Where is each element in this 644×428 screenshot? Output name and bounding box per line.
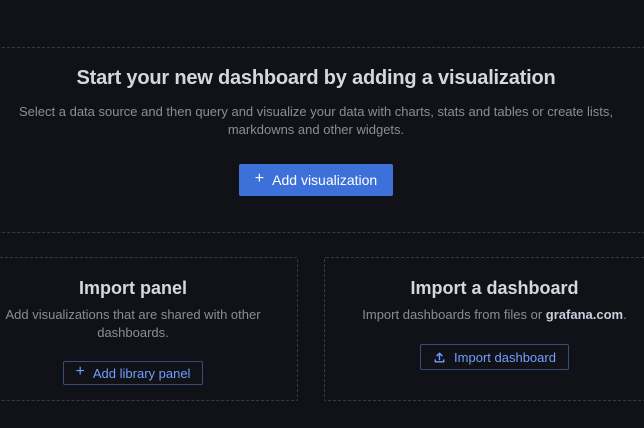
plus-icon: + (255, 171, 264, 187)
cta-subtitle-line-1: Select a data source and then query and … (19, 103, 613, 121)
import-dashboard-button-label: Import dashboard (454, 351, 556, 364)
import-panel-title: Import panel (79, 278, 187, 299)
import-dashboard-button[interactable]: Import dashboard (420, 344, 569, 370)
import-panel-card: Import panel Add visualizations that are… (0, 257, 298, 401)
add-visualization-button-label: Add visualization (272, 173, 377, 187)
add-visualization-cta-panel: Start your new dashboard by adding a vis… (0, 47, 644, 233)
cta-title: Start your new dashboard by adding a vis… (77, 67, 556, 90)
upload-icon (433, 351, 446, 364)
add-library-panel-button[interactable]: + Add library panel (63, 361, 204, 385)
plus-icon: + (76, 364, 85, 380)
add-library-panel-button-label: Add library panel (93, 367, 191, 380)
grafana-com-emphasis: grafana.com (546, 307, 623, 322)
import-dashboard-title: Import a dashboard (410, 278, 578, 299)
import-dashboard-subtitle: Import dashboards from files or grafana.… (362, 306, 626, 324)
grafana-new-dashboard-canvas: { "colors": { "background": "#111217", "… (0, 0, 644, 428)
add-visualization-button[interactable]: + Add visualization (239, 164, 393, 196)
import-panel-subtitle-line-2: dashboards. (97, 324, 169, 342)
import-dashboard-subtitle-suffix: . (623, 307, 627, 322)
cta-subtitle-line-2: markdowns and other widgets. (228, 121, 404, 139)
import-dashboard-card: Import a dashboard Import dashboards fro… (324, 257, 644, 401)
import-dashboard-subtitle-prefix: Import dashboards from files or (362, 307, 546, 322)
import-panel-subtitle-line-1: Add visualizations that are shared with … (5, 306, 260, 324)
